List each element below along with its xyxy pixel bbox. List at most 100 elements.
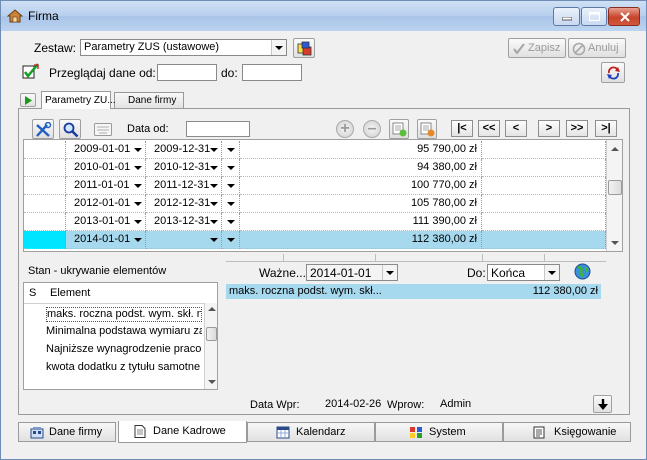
nav-first-button[interactable]: |< [451,120,473,137]
table-row[interactable]: 2012-01-01 2012-12-31 105 780,00 zł [24,195,606,213]
list-scroll-down-icon[interactable] [208,380,216,384]
cell-date-to[interactable]: 2012-12-31 [146,195,222,213]
table-row[interactable]: 2010-01-01 2010-12-31 94 380,00 zł [24,159,606,177]
chevron-down-icon[interactable] [271,40,286,55]
chevron-down-icon[interactable] [134,220,142,224]
data-od-input[interactable] [186,121,250,137]
nav-next-button[interactable]: > [538,120,560,137]
chevron-down-icon[interactable] [227,166,235,170]
chevron-down-icon[interactable] [210,220,218,224]
chevron-down-icon[interactable] [210,202,218,206]
cell-date-to[interactable]: 2009-12-31 [146,141,222,159]
wazne-date-picker[interactable]: 2014-01-01 [306,264,398,281]
cancel-button[interactable]: Anuluj [568,38,626,58]
scroll-down-icon[interactable] [611,241,619,245]
row-marker[interactable] [24,213,66,231]
scroll-thumb[interactable] [608,180,622,195]
do-select[interactable]: Końca [487,264,560,281]
row-marker[interactable] [24,195,66,213]
chevron-down-icon[interactable] [134,148,142,152]
row-marker[interactable] [24,141,66,159]
table-row[interactable]: 2011-01-01 2011-12-31 100 770,00 zł [24,177,606,195]
table-row[interactable]: 2009-01-01 2009-12-31 95 790,00 zł [24,141,606,159]
close-button[interactable] [608,7,640,26]
scroll-up-icon[interactable] [611,147,619,151]
cell-date-to[interactable]: 2013-12-31 [146,213,222,231]
cell-extra[interactable] [482,195,606,213]
tab-dane-firmy[interactable]: Dane firmy [114,92,184,108]
zestaw-select[interactable]: Parametry ZUS (ustawowe) [80,39,287,56]
browse-from-input[interactable] [157,64,217,81]
tools-button[interactable] [32,119,54,139]
chevron-down-icon[interactable] [227,148,235,152]
cell-amount[interactable]: 94 380,00 zł [240,159,482,177]
cell-extra[interactable] [482,231,606,249]
row-marker[interactable] [24,231,66,249]
detail-line-selected[interactable]: maks. roczna podst. wym. skł... 112 380,… [226,284,601,299]
browse-toggle-icon[interactable] [22,62,40,80]
keyboard-icon[interactable] [94,123,112,136]
cell-date-from[interactable]: 2014-01-01 [66,231,146,249]
maximize-button[interactable] [581,7,607,26]
cell-type-select[interactable] [222,231,240,249]
bottom-tab-dane-kadrowe[interactable]: Dane Kadrowe [118,421,247,443]
bottom-tab-dane-firmy[interactable]: Dane firmy [18,422,116,442]
chevron-down-icon[interactable] [134,238,142,242]
search-button[interactable] [59,119,81,139]
list-scrollbar[interactable] [204,303,217,389]
list-item[interactable]: Najniższe wynagrodzenie pracou [46,343,202,358]
nav-prev-page-button[interactable]: << [478,120,500,137]
cell-type-select[interactable] [222,159,240,177]
list-item[interactable]: maks. roczna podst. wym. skł. n [46,307,202,322]
chevron-down-icon[interactable] [210,184,218,188]
nav-prev-button[interactable]: < [505,120,527,137]
cell-date-from[interactable]: 2009-01-01 [66,141,146,159]
cell-date-to[interactable]: 2011-12-31 [146,177,222,195]
chevron-down-icon[interactable] [210,148,218,152]
cell-date-from[interactable]: 2010-01-01 [66,159,146,177]
chevron-down-icon[interactable] [210,238,218,242]
bottom-tab-kalendarz[interactable]: Kalendarz [247,422,375,442]
cell-type-select[interactable] [222,141,240,159]
cell-amount[interactable]: 111 390,00 zł [240,213,482,231]
chevron-down-icon[interactable] [227,202,235,206]
download-button[interactable] [593,395,612,413]
cell-amount[interactable]: 100 770,00 zł [240,177,482,195]
add-document-button[interactable] [389,119,409,139]
cell-type-select[interactable] [222,177,240,195]
chevron-down-icon[interactable] [134,166,142,170]
do-chevron-down-icon[interactable] [544,265,559,280]
bottom-tab-system[interactable]: System [375,422,503,442]
refresh-button[interactable] [601,62,625,83]
cell-type-select[interactable] [222,213,240,231]
chevron-down-icon[interactable] [227,184,235,188]
row-marker[interactable] [24,159,66,177]
chevron-down-icon[interactable] [134,202,142,206]
remove-record-button[interactable]: – [363,120,381,138]
list-scroll-up-icon[interactable] [208,307,216,311]
cell-amount[interactable]: 95 790,00 zł [240,141,482,159]
grid-scrollbar[interactable] [606,140,622,251]
cell-extra[interactable] [482,141,606,159]
add-record-button[interactable]: + [336,120,354,138]
data-grid[interactable]: 2009-01-01 2009-12-31 95 790,00 zł 2010-01-… [23,139,623,252]
save-button[interactable]: Zapisz [508,38,566,58]
browse-to-input[interactable] [242,64,302,81]
zestaw-edit-button[interactable] [293,38,315,58]
chevron-down-icon[interactable] [227,220,235,224]
wazne-chevron-down-icon[interactable] [382,265,397,280]
tab-parametry-zus[interactable]: Parametry ZU... [41,91,116,109]
list-item[interactable]: Minimalna podstawa wymiaru za [46,325,202,340]
cell-date-from[interactable]: 2011-01-01 [66,177,146,195]
nav-last-button[interactable]: >| [595,120,617,137]
minimize-button[interactable] [553,7,580,26]
cell-date-from[interactable]: 2012-01-01 [66,195,146,213]
title-bar[interactable]: Firma [1,1,646,31]
chevron-down-icon[interactable] [134,184,142,188]
list-scroll-thumb[interactable] [206,327,217,341]
cell-type-select[interactable] [222,195,240,213]
chevron-down-icon[interactable] [227,238,235,242]
row-marker[interactable] [24,177,66,195]
globe-icon[interactable] [574,263,591,280]
cell-amount[interactable]: 112 380,00 zł [240,231,482,249]
